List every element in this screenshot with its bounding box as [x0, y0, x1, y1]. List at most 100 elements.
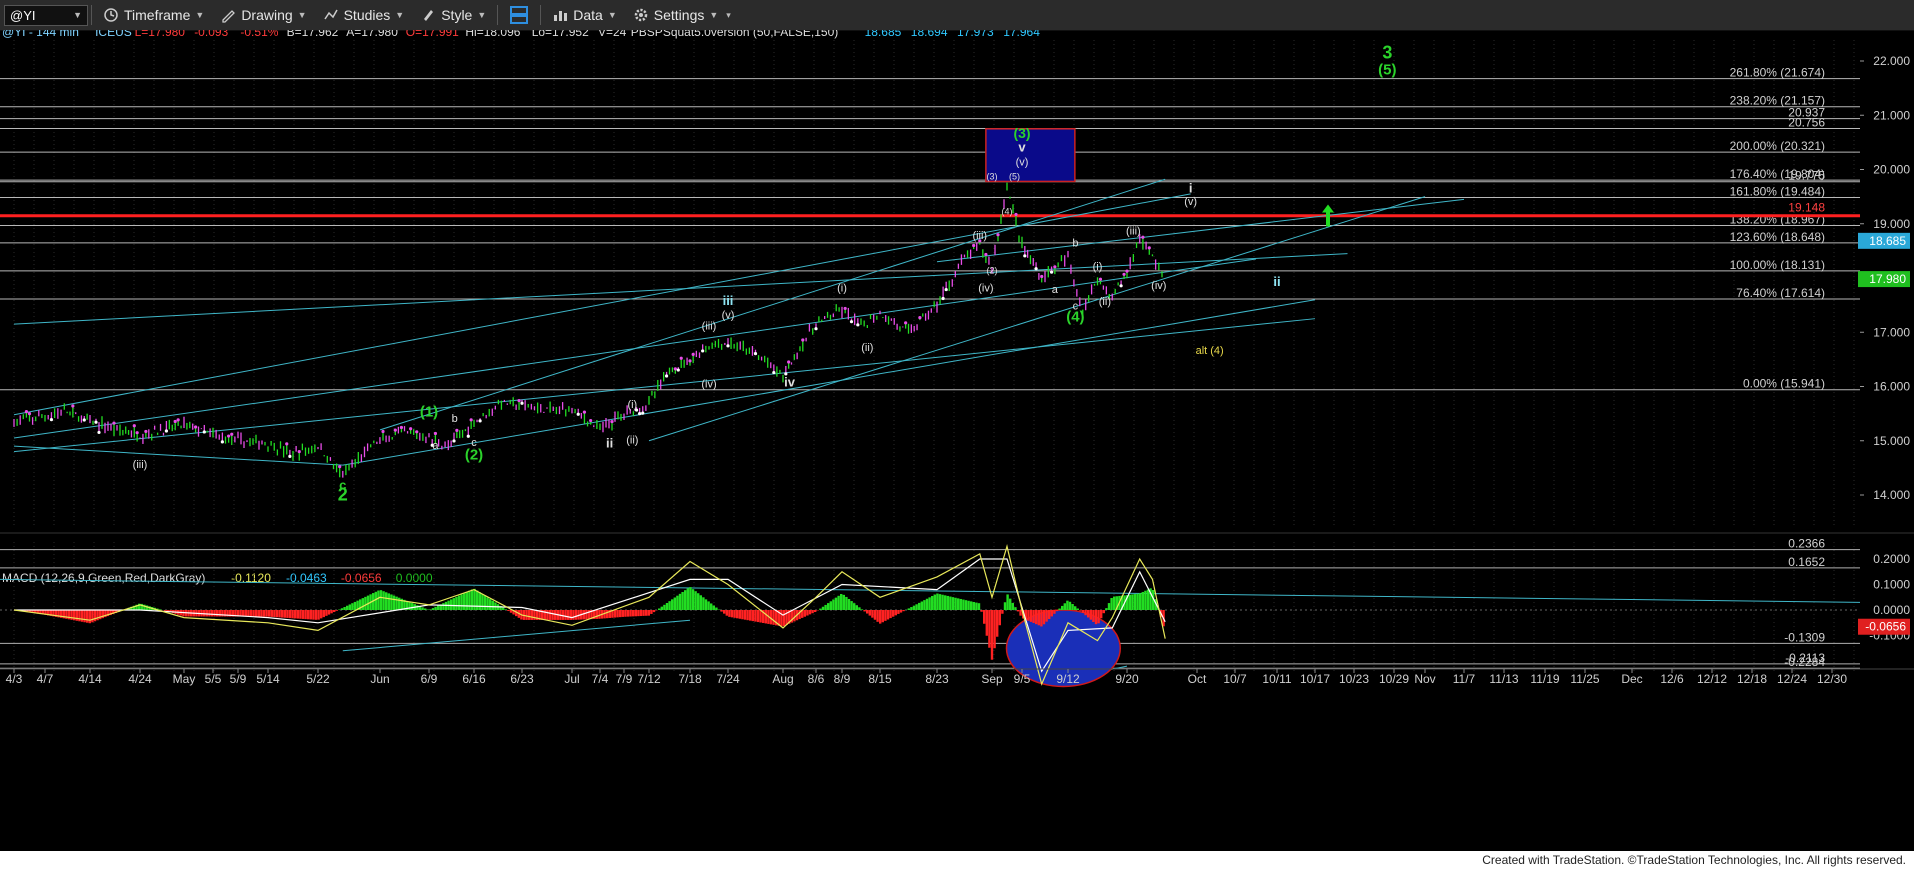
y-tick-label: 21.000	[1873, 108, 1910, 122]
price-dot	[144, 429, 148, 434]
price-dot	[918, 316, 922, 320]
price-dot	[1122, 272, 1126, 276]
header-item-9: Lo=17.952	[532, 30, 589, 39]
price-dot	[433, 431, 438, 436]
macd-histogram	[13, 587, 1165, 660]
drawing-button[interactable]: Drawing ▼	[212, 0, 314, 30]
toolbar-overflow-icon[interactable]: ▾	[726, 10, 731, 21]
price-dot	[173, 419, 177, 424]
studies-button[interactable]: Studies ▼	[315, 0, 413, 30]
brush-icon	[424, 10, 434, 21]
x-tick-label: 12/12	[1697, 672, 1727, 686]
price-dot	[1125, 269, 1129, 273]
price-dot	[297, 450, 301, 454]
x-tick-label: 12/24	[1777, 672, 1807, 686]
style-label: Style	[441, 7, 473, 23]
macd-y-tick-label: 0.2000	[1873, 552, 1910, 566]
x-tick-label: 7/18	[678, 672, 702, 686]
x-tick-label: 5/5	[205, 672, 222, 686]
header-item-4: -0.51%	[240, 30, 278, 39]
data-button[interactable]: Data ▼	[544, 0, 625, 30]
price-dot	[202, 430, 206, 434]
studies-icon	[323, 9, 338, 20]
wave-label: iv	[784, 375, 796, 390]
symbol-selector[interactable]: @YI ▼	[4, 4, 88, 26]
header-item-3: -0.093	[194, 30, 228, 39]
style-button[interactable]: Style ▼	[412, 0, 494, 30]
x-tick-label: 5/14	[256, 672, 280, 686]
x-tick-label: 8/6	[808, 672, 825, 686]
price-dot	[393, 428, 397, 432]
wave-label: (iv)	[1151, 280, 1166, 292]
settings-button[interactable]: Settings ▼	[625, 0, 727, 30]
price-dot	[944, 287, 948, 292]
wave-label: (v)	[1184, 196, 1197, 208]
price-dot	[972, 243, 976, 248]
pencil-icon	[222, 10, 236, 23]
wave-label: (v)	[722, 310, 735, 322]
price-dot	[381, 429, 385, 434]
price-dot	[691, 352, 695, 356]
toolbar-divider	[497, 5, 499, 25]
wave-label: 3	[1382, 42, 1392, 62]
macd-y-tick-label: 0.0000	[1873, 603, 1910, 617]
price-dot	[701, 349, 705, 353]
price-dot	[97, 430, 101, 435]
price-dot	[164, 429, 168, 433]
y-tick-label: 17.000	[1873, 325, 1910, 339]
price-dot	[1034, 267, 1038, 271]
chevron-down-icon: ▼	[607, 10, 617, 20]
fib-level-label: 123.60% (18.648)	[1730, 230, 1825, 244]
wave-label: iii	[723, 293, 734, 308]
x-tick-label: 7/9	[616, 672, 633, 686]
header-item-10: V=24	[598, 30, 627, 39]
x-tick-label: 4/24	[128, 672, 152, 686]
x-tick-label: 4/14	[78, 672, 102, 686]
header-item-0: @YI - 144 min	[2, 30, 79, 39]
x-tick-label: 7/24	[716, 672, 740, 686]
price-dot	[520, 401, 524, 405]
timeframe-label: Timeframe	[124, 7, 191, 23]
fib-level-label: 76.40% (17.614)	[1736, 286, 1825, 300]
x-tick-label: 10/7	[1223, 672, 1247, 686]
x-tick-label: 10/17	[1300, 672, 1330, 686]
wave-label: (i)	[627, 399, 637, 411]
wave-label: (ii)	[1099, 296, 1111, 308]
header-item-8: Hi=18.096	[465, 30, 520, 39]
x-tick-label: 12/18	[1737, 672, 1767, 686]
x-tick-label: Sep	[981, 672, 1003, 686]
price-dot	[478, 419, 482, 423]
x-tick-label: 10/11	[1262, 672, 1291, 686]
chart-area[interactable]: @YI - 144 min ICEUS L=17.980 -0.093 -0.51% B=…	[0, 30, 1914, 851]
price-dot	[772, 370, 776, 375]
settings-label: Settings	[653, 7, 705, 23]
price-dot	[452, 439, 456, 443]
trend-line	[342, 299, 1316, 466]
x-tick-label: 12/30	[1817, 672, 1847, 686]
price-dot	[638, 412, 642, 416]
x-tick-label: 8/15	[868, 672, 892, 686]
price-dot	[801, 338, 805, 342]
price-dot	[338, 465, 342, 469]
price-dot	[94, 420, 98, 424]
price-dot	[843, 306, 847, 311]
price-dot	[1040, 274, 1044, 279]
price-dot	[1119, 284, 1123, 288]
wave-label: (iv)	[701, 379, 716, 391]
price-dot	[466, 434, 470, 438]
x-tick-label: 10/23	[1339, 672, 1369, 686]
toolbar: @YI ▼ Timeframe ▼ Drawing ▼ Studies ▼ St…	[0, 0, 1914, 31]
x-tick-label: 5/22	[306, 672, 330, 686]
x-tick-label: Jun	[370, 672, 389, 686]
price-dot	[220, 440, 224, 444]
toolbar-divider	[540, 5, 542, 25]
y-tick-label: 22.000	[1873, 54, 1910, 68]
layout-button[interactable]	[501, 0, 537, 30]
price-dot	[787, 360, 791, 364]
macd-trend-line	[342, 619, 691, 652]
header-item-2: L=17.980	[135, 30, 186, 39]
timeframe-button[interactable]: Timeframe ▼	[95, 0, 212, 30]
price-dot	[849, 320, 854, 324]
price-dot	[415, 430, 419, 434]
fib-level-label: 261.80% (21.674)	[1730, 66, 1825, 80]
